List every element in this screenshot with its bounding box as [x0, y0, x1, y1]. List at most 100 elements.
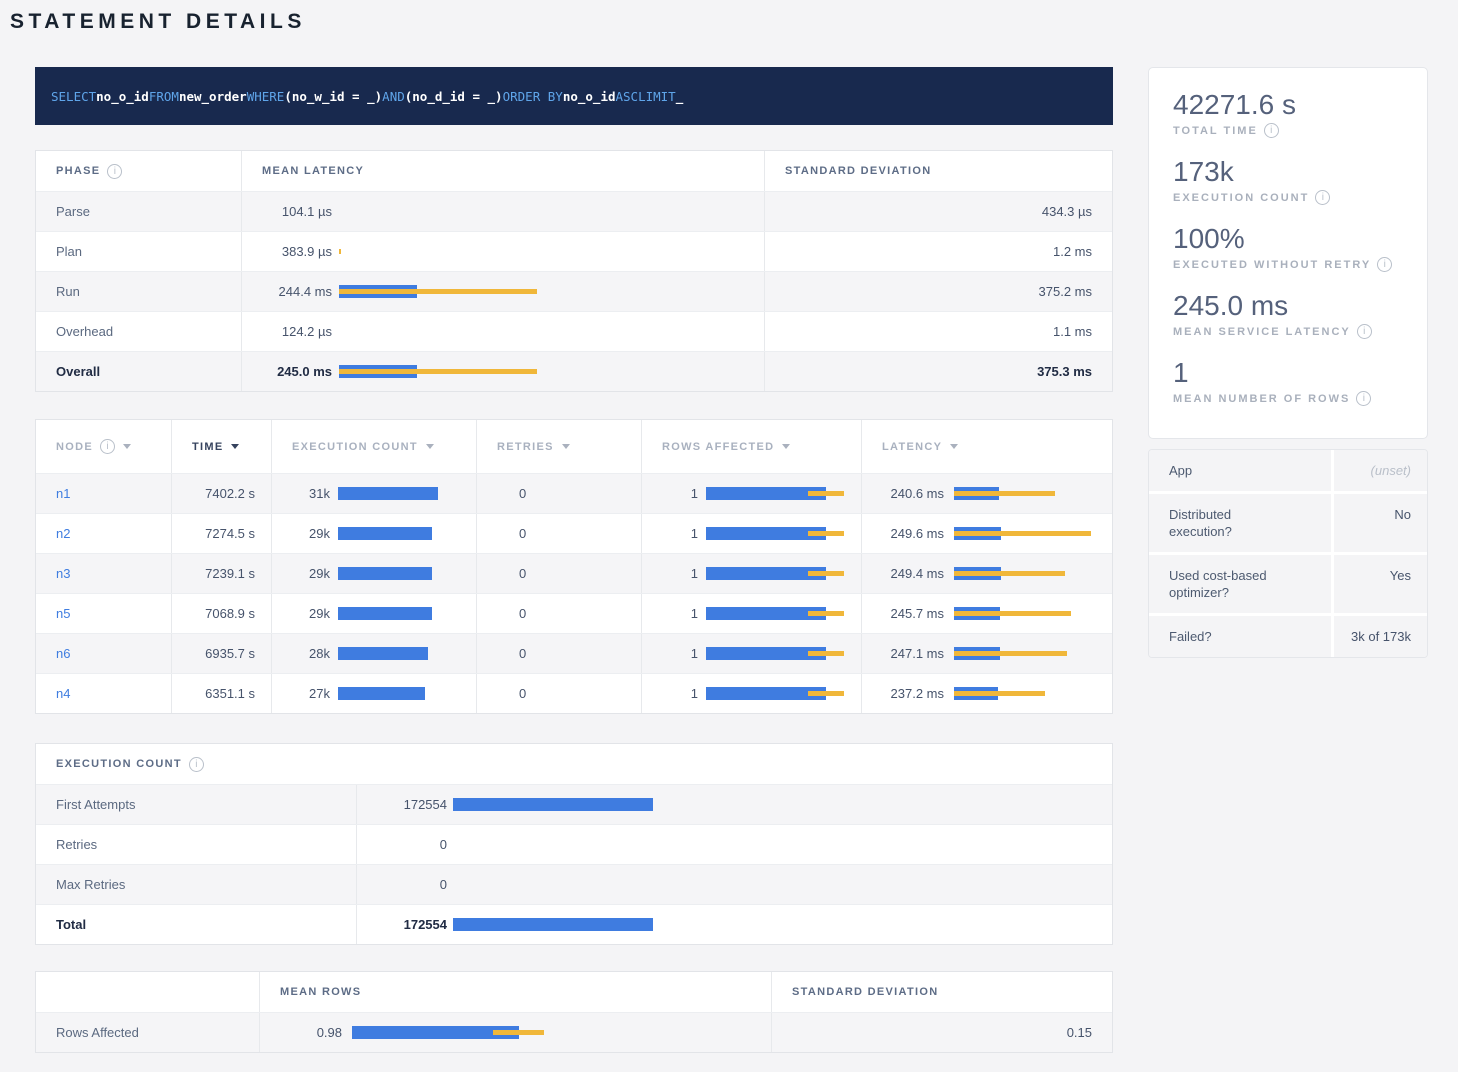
table-row-overall: Overall 245.0 ms 375.3 ms	[36, 351, 1112, 391]
rows-affected-value: 1	[662, 686, 698, 701]
node-link[interactable]: n1	[56, 486, 70, 501]
fact-label: Used cost-based optimizer?	[1169, 567, 1289, 601]
stddev-bar	[339, 369, 537, 374]
rows-affected-value: 1	[662, 606, 698, 621]
table-row-total: Total 172554	[36, 904, 1112, 944]
info-icon[interactable]	[1377, 257, 1392, 272]
node-link[interactable]: n3	[56, 566, 70, 581]
info-icon[interactable]	[1357, 324, 1372, 339]
sql-keyword: ORDER BY	[503, 89, 563, 104]
mean-latency-value: 244.4 ms	[262, 284, 332, 299]
node-link[interactable]: n2	[56, 526, 70, 541]
stddev-value: 375.3 ms	[1037, 364, 1092, 379]
rows-affected-value: 1	[662, 526, 698, 541]
rows-affected-table: MEAN ROWS STANDARD DEVIATION Rows Affect…	[35, 971, 1113, 1053]
sql-statement-box: SELECT no_o_id FROM new_order WHERE (no_…	[35, 67, 1113, 125]
node-row: n5 7068.9 s 29k 0 1 245.7 ms	[36, 593, 1112, 633]
sort-descending-icon	[782, 444, 790, 449]
time-value: 7274.5 s	[205, 526, 255, 541]
mean-latency-value: 245.0 ms	[262, 364, 332, 379]
retries-header-label: RETRIES	[497, 441, 554, 453]
sql-identifier: (no_d_id = _)	[405, 89, 503, 104]
rows-affected-column-header[interactable]: ROWS AFFECTED	[641, 420, 861, 473]
mean-bar	[338, 567, 432, 580]
mean-bar	[338, 647, 428, 660]
stddev-bar	[808, 491, 844, 496]
info-icon[interactable]	[189, 757, 204, 772]
sql-identifier: new_order	[179, 89, 247, 104]
info-icon[interactable]	[1315, 190, 1330, 205]
standard-deviation-column-header: STANDARD DEVIATION	[764, 151, 1112, 191]
mean-bar	[453, 918, 653, 931]
fact-distributed-execution: Distributed execution? No	[1149, 494, 1427, 555]
stat-value: 1	[1173, 356, 1417, 389]
execution-count-bar	[453, 905, 1112, 944]
phase-label: Plan	[56, 244, 82, 259]
sql-keyword: FROM	[149, 89, 179, 104]
latency-value: 249.4 ms	[882, 566, 944, 581]
latency-bar	[954, 674, 1112, 713]
sort-descending-icon	[123, 444, 131, 449]
time-header-label: TIME	[192, 441, 223, 453]
mean-bar	[453, 798, 653, 811]
fact-value: 3k of 173k	[1331, 616, 1427, 657]
latency-value: 237.2 ms	[882, 686, 944, 701]
info-icon[interactable]	[1356, 391, 1371, 406]
stat-total-time: 42271.6 s TOTAL TIME	[1173, 88, 1417, 138]
mean-bar	[338, 527, 432, 540]
time-column-header[interactable]: TIME	[171, 420, 271, 473]
stat-mean-number-of-rows: 1 MEAN NUMBER OF ROWS	[1173, 356, 1417, 406]
retries-column-header[interactable]: RETRIES	[476, 420, 641, 473]
standard-deviation-column-header: STANDARD DEVIATION	[771, 972, 1112, 1012]
exec-row-value: 0	[377, 877, 447, 892]
node-header-label: NODE	[56, 441, 93, 453]
stddev-value: 1.1 ms	[1053, 324, 1092, 339]
phase-label: Run	[56, 284, 80, 299]
latency-bar	[339, 192, 764, 231]
info-icon[interactable]	[1264, 123, 1279, 138]
sql-identifier: no_o_id	[563, 89, 616, 104]
node-link[interactable]: n5	[56, 606, 70, 621]
stat-value: 42271.6 s	[1173, 88, 1417, 121]
execution-count-header-label: EXECUTION COUNT	[292, 441, 418, 453]
exec-row-label: Max Retries	[56, 877, 125, 892]
node-link[interactable]: n6	[56, 646, 70, 661]
latency-bar	[339, 272, 764, 311]
rows-affected-bar	[706, 634, 861, 673]
fact-failed: Failed? 3k of 173k	[1149, 616, 1427, 657]
latency-value: 245.7 ms	[882, 606, 944, 621]
latency-bar	[954, 594, 1112, 633]
node-link[interactable]: n4	[56, 686, 70, 701]
execution-count-column-header[interactable]: EXECUTION COUNT	[271, 420, 476, 473]
stddev-bar	[954, 491, 1055, 496]
exec-row-label: Retries	[56, 837, 97, 852]
execution-count-value: 29k	[292, 526, 330, 541]
execution-count-table-header: EXECUTION COUNT	[36, 744, 1112, 784]
latency-column-header[interactable]: LATENCY	[861, 420, 1112, 473]
info-icon[interactable]	[100, 439, 115, 454]
latency-bar	[339, 352, 764, 391]
stddev-value: 0.15	[1067, 1025, 1092, 1040]
content: SELECT no_o_id FROM new_order WHERE (no_…	[0, 67, 1458, 1053]
info-icon[interactable]	[107, 164, 122, 179]
table-row: Rows Affected 0.98 0.15	[36, 1012, 1112, 1052]
fact-label: Failed?	[1169, 628, 1212, 645]
exec-row-label: Total	[56, 917, 86, 932]
time-value: 7068.9 s	[205, 606, 255, 621]
fact-value: (unset)	[1331, 450, 1427, 491]
execution-count-bar	[453, 865, 1112, 904]
latency-value: 249.6 ms	[882, 526, 944, 541]
sql-keyword: WHERE	[247, 89, 285, 104]
phase-label: Overall	[56, 364, 100, 379]
node-column-header[interactable]: NODE	[36, 420, 171, 473]
stddev-bar	[808, 651, 844, 656]
execution-count-bar	[338, 594, 476, 633]
latency-bar	[954, 474, 1112, 513]
stddev-bar	[808, 571, 844, 576]
stddev-bar	[954, 651, 1067, 656]
rows-affected-value: 1	[662, 566, 698, 581]
node-row: n3 7239.1 s 29k 0 1 249.4 ms	[36, 553, 1112, 593]
sort-descending-icon	[950, 444, 958, 449]
latency-value: 240.6 ms	[882, 486, 944, 501]
rows-affected-bar	[706, 474, 861, 513]
